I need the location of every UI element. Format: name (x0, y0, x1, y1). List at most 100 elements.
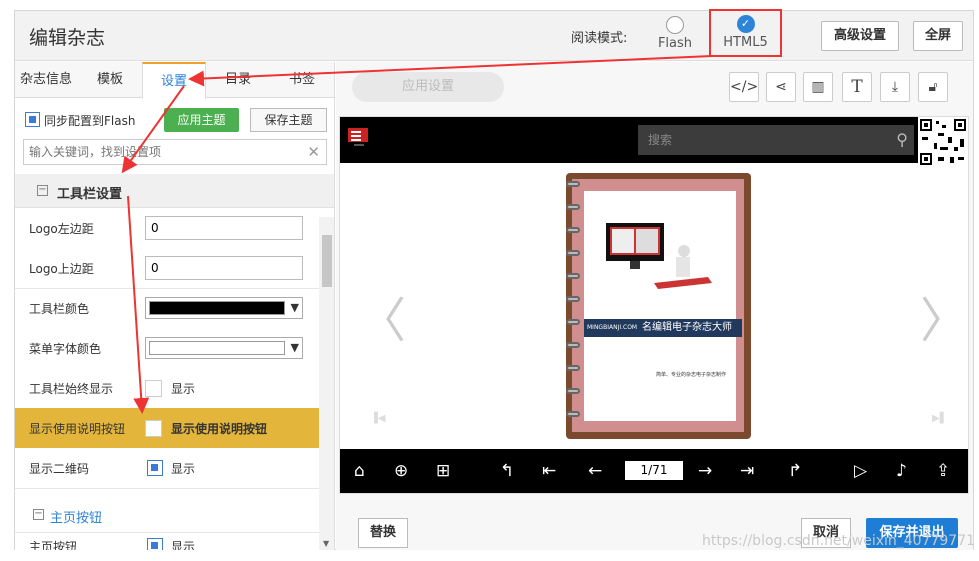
app-settings-button[interactable]: 应用设置 (352, 72, 504, 102)
check-icon: ✓ (736, 15, 755, 33)
next-page-arrow-icon[interactable]: 〉 (920, 281, 968, 351)
close-icon[interactable]: ✕ (307, 143, 320, 161)
tab-template[interactable]: 模板 (79, 62, 141, 98)
book-banner-text: 名编辑电子杂志大师 (642, 322, 732, 333)
tab-magazine-info[interactable]: 杂志信息 (15, 62, 77, 98)
preview-toolbar: 搜索 ⚲ (340, 117, 968, 167)
fullscreen-button[interactable]: 全屏 (913, 21, 963, 51)
share-out-icon[interactable]: ⇪ (936, 461, 950, 481)
play-icon[interactable]: ▷ (854, 461, 867, 481)
divider (15, 488, 319, 489)
book-cover[interactable]: MINGBIANJI.COM 名编辑电子杂志大师 简单、专业的杂志电子杂志制作 (566, 173, 751, 439)
preview-search[interactable]: 搜索 ⚲ (638, 125, 914, 155)
logo-top-label: Logo上边距 (29, 262, 94, 276)
section-home-header[interactable]: − 主页按钮 (15, 498, 319, 532)
scrollbar[interactable]: ▼ (319, 217, 334, 550)
preview-search-placeholder: 搜索 (648, 133, 673, 147)
radio-flash[interactable]: Flash (655, 16, 695, 51)
qr-code-icon (918, 117, 968, 167)
save-theme-button[interactable]: 保存主题 (250, 108, 327, 132)
setting-row-logo-left: Logo左边距 (15, 208, 319, 248)
watermark-text: https://blog.csdn.net/weixin_40779771 (702, 533, 976, 549)
collapse-icon: − (33, 508, 44, 520)
first-page-mini-icon[interactable]: ▐◀ (370, 413, 385, 424)
menu-font-color-label: 菜单字体颜色 (29, 342, 102, 356)
scroll-down-icon[interactable]: ▼ (323, 539, 329, 548)
sound-icon[interactable]: ♪ (896, 461, 907, 481)
radio-unchecked-icon (666, 16, 684, 34)
settings-search: ✕ (23, 139, 327, 165)
last-page-mini-icon[interactable]: ▶▌ (932, 413, 947, 424)
logo-icon (348, 128, 368, 146)
radio-html5[interactable]: ✓ HTML5 (709, 9, 782, 57)
prev-page-arrow-icon[interactable]: 〈 (358, 281, 406, 351)
zoom-in-icon[interactable]: ⊕ (394, 461, 408, 481)
setting-row-show-help: 显示使用说明按钮 显示使用说明按钮 (15, 408, 319, 448)
right-panel: 应用设置 </> ⋖ ▥ T ⤓ 🔓︎ 搜索 ⚲ 〈 〉 ▐◀ ▶▌ MINGB… (336, 62, 973, 550)
toolbar-always-checkbox[interactable] (145, 380, 162, 397)
back-icon[interactable]: ↰ (500, 461, 514, 481)
radio-html5-label: HTML5 (723, 35, 768, 50)
toolbar-always-value: 显示 (171, 382, 196, 396)
home-icon[interactable]: ⌂ (354, 461, 365, 481)
home-btn-value: 显示 (171, 540, 196, 550)
toolbar-color-label: 工具栏颜色 (29, 302, 90, 316)
toolbar-always-label: 工具栏始终显示 (29, 382, 114, 396)
home-btn-label: 主页按钮 (29, 540, 78, 550)
advanced-settings-button[interactable]: 高级设置 (821, 21, 899, 51)
unlock-icon[interactable]: 🔓︎ (918, 72, 948, 102)
tab-settings[interactable]: 设置 (142, 62, 206, 99)
scrollbar-thumb[interactable] (322, 235, 332, 287)
dropdown-arrow-icon: ▼ (290, 341, 299, 354)
show-qr-checkbox[interactable] (147, 460, 163, 476)
columns-icon[interactable]: ▥ (803, 72, 833, 102)
setting-row-home-button: 主页按钮 显示 (15, 532, 319, 550)
color-swatch (149, 301, 285, 315)
page-number[interactable]: 1/71 (625, 461, 683, 480)
show-qr-value: 显示 (171, 462, 196, 476)
download-icon[interactable]: ⤓ (880, 72, 910, 102)
spiral-binding (566, 181, 586, 431)
theme-row: 同步配置到Flash 应用主题 保存主题 (15, 106, 334, 134)
logo-left-input[interactable] (145, 216, 303, 240)
tab-bookmarks[interactable]: 书签 (270, 62, 334, 98)
apply-theme-button[interactable]: 应用主题 (164, 108, 239, 132)
replace-button[interactable]: 替换 (358, 518, 408, 548)
show-help-value: 显示使用说明按钮 (171, 422, 268, 436)
settings-search-input[interactable] (24, 140, 294, 164)
magazine-preview: 搜索 ⚲ 〈 〉 ▐◀ ▶▌ MINGBIANJI.COM 名编辑电子杂志大师 … (339, 116, 969, 494)
text-icon[interactable]: T (842, 72, 872, 102)
setting-row-menu-font-color: 菜单字体颜色 ▼ (15, 328, 319, 368)
code-icon[interactable]: </> (729, 72, 759, 102)
setting-row-toolbar-color: 工具栏颜色 ▼ (15, 288, 319, 328)
page-title: 编辑杂志 (29, 27, 106, 49)
section-toolbar-label: 工具栏设置 (57, 187, 123, 202)
section-toolbar-header[interactable]: − 工具栏设置 (15, 174, 334, 208)
toolbar-color-select[interactable]: ▼ (145, 297, 303, 319)
first-page-icon[interactable]: ⇤ (542, 461, 556, 481)
sync-flash-label: 同步配置到Flash (44, 114, 136, 128)
previous-page-icon[interactable]: ← (588, 461, 602, 481)
last-page-icon[interactable]: ⇥ (740, 461, 754, 481)
show-help-checkbox[interactable] (145, 420, 162, 437)
top-bar: 编辑杂志 阅读模式: Flash ✓ HTML5 高级设置 全屏 (15, 9, 973, 61)
section-home-label: 主页按钮 (50, 511, 103, 526)
sync-flash-checkbox[interactable] (25, 112, 40, 127)
next-page-icon[interactable]: → (698, 461, 712, 481)
thumbnails-icon[interactable]: ⊞ (436, 461, 450, 481)
book-page: MINGBIANJI.COM 名编辑电子杂志大师 简单、专业的杂志电子杂志制作 (584, 191, 742, 421)
menu-font-color-select[interactable]: ▼ (145, 337, 303, 359)
editor-window: 编辑杂志 阅读模式: Flash ✓ HTML5 高级设置 全屏 杂志信息 模板… (14, 9, 974, 550)
logo-left-label: Logo左边距 (29, 222, 94, 236)
forward-icon[interactable]: ↱ (788, 461, 802, 481)
radio-flash-label: Flash (657, 36, 693, 51)
setting-row-toolbar-always: 工具栏始终显示 显示 (15, 368, 319, 408)
search-icon[interactable]: ⚲ (896, 125, 908, 155)
setting-row-logo-top: Logo上边距 (15, 248, 319, 288)
logo-top-input[interactable] (145, 256, 303, 280)
tab-toc[interactable]: 目录 (208, 62, 268, 98)
share-icon[interactable]: ⋖ (766, 72, 796, 102)
home-btn-checkbox[interactable] (147, 538, 163, 550)
preview-bottom-toolbar: ⌂ ⊕ ⊞ ↰ ⇤ ← 1/71 → ⇥ ↱ ▷ ♪ ⇪ (340, 449, 968, 493)
collapse-icon: − (37, 184, 48, 196)
